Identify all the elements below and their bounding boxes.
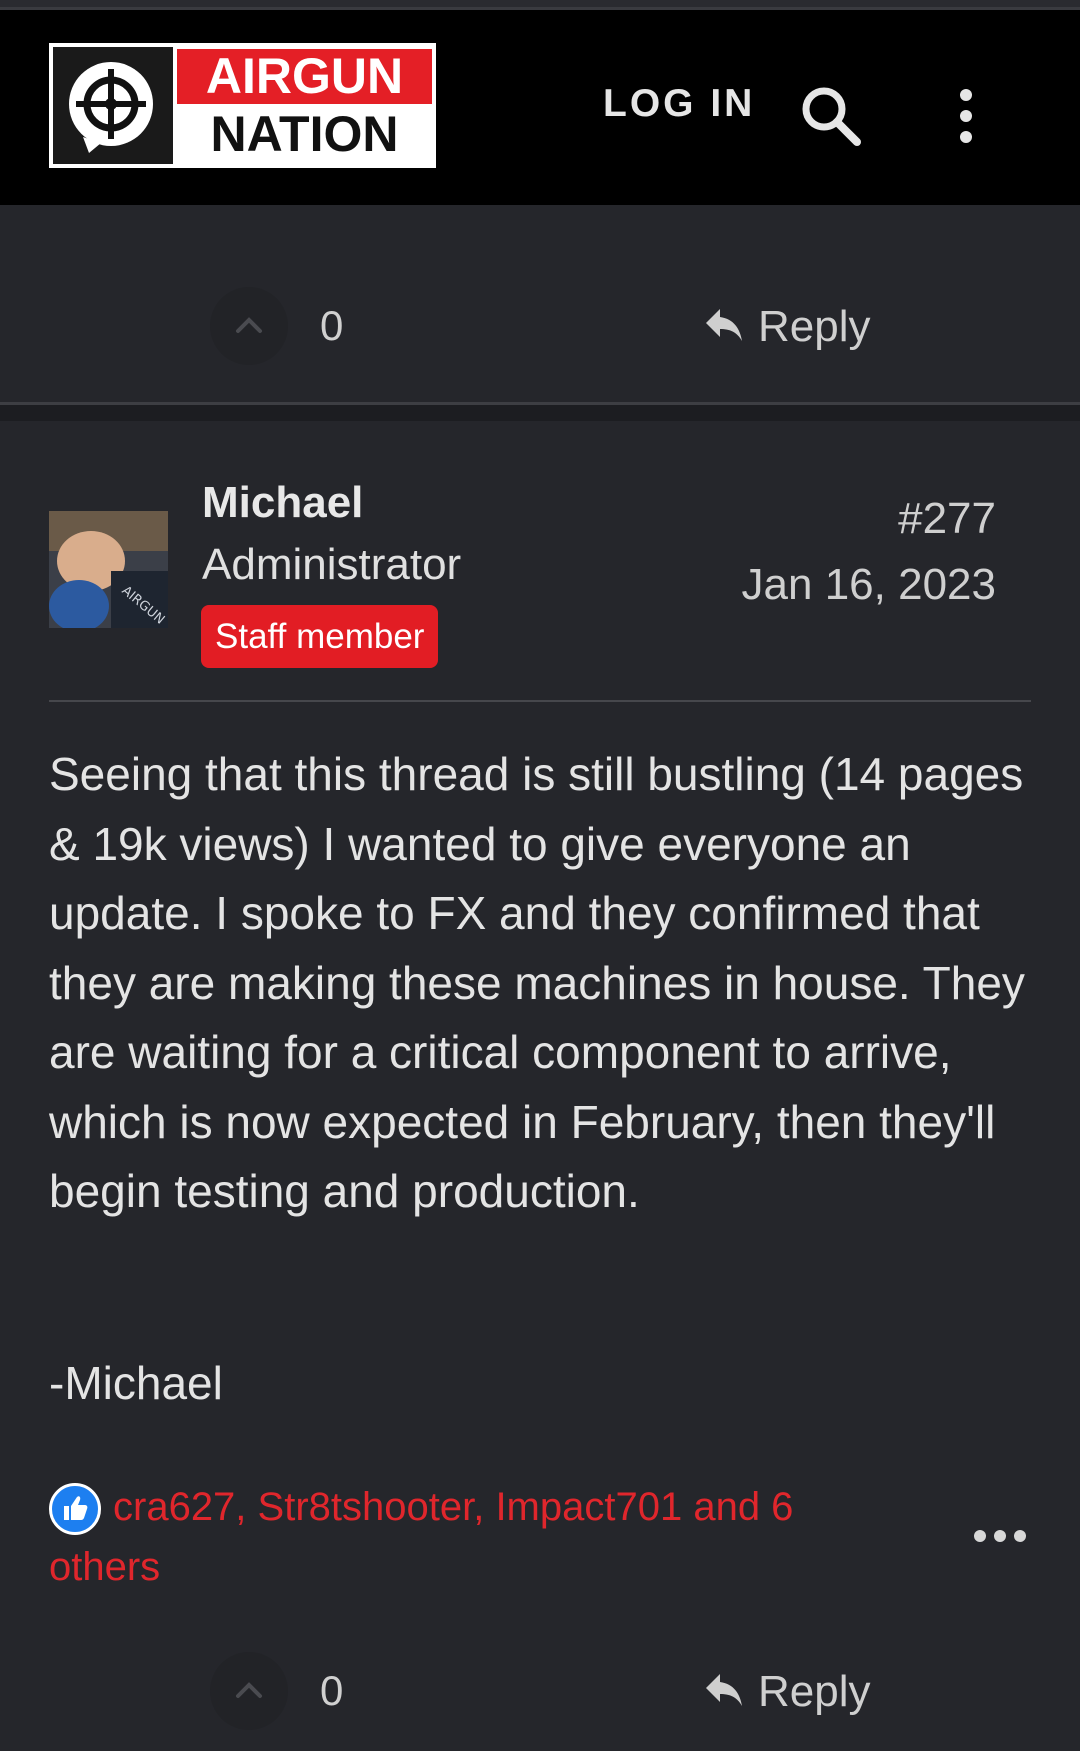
logo-text-airgun: AIRGUN [177,49,432,104]
more-horizontal-icon[interactable] [972,1527,1028,1545]
more-vertical-icon[interactable] [954,88,978,144]
vote-count: 0 [320,302,344,349]
post-actions: 0 Reply [0,1652,1080,1732]
search-icon[interactable] [800,85,862,147]
reply-button[interactable]: Reply [704,1667,871,1717]
post-date[interactable]: Jan 16, 2023 [742,560,996,610]
upvote-button[interactable] [210,1652,288,1730]
reaction-users[interactable]: cra627, Str8tshooter, Impact701 and 6 ot… [49,1477,899,1597]
post-number[interactable]: #277 [898,494,996,544]
staff-badge: Staff member [201,605,439,668]
post-signature: -Michael [49,1357,223,1409]
reply-button[interactable]: Reply [704,302,871,352]
crosshair-logo-icon [53,47,173,164]
vote-count: 0 [320,1667,344,1714]
post-header-divider [49,700,1031,702]
prev-post-actions: 0 Reply [0,287,1080,367]
post-text: Seeing that this thread is still bustlin… [49,748,1025,1217]
logo-text-nation: NATION [210,106,399,162]
reply-arrow-icon [706,1674,742,1707]
login-link[interactable]: LOG IN [603,82,755,126]
author-name[interactable]: Michael [202,478,363,528]
site-header: AIRGUN NATION LOG IN [0,10,1080,205]
author-role: Administrator [202,540,462,589]
upvote-button[interactable] [210,287,288,365]
site-logo[interactable]: AIRGUN NATION [49,43,436,168]
post-body: Seeing that this thread is still bustlin… [49,740,1039,1227]
reply-label: Reply [758,302,871,351]
avatar[interactable]: AIRGUN [49,511,168,628]
reply-label: Reply [758,1667,871,1716]
reply-arrow-icon [706,309,742,342]
post-gap [0,405,1080,421]
